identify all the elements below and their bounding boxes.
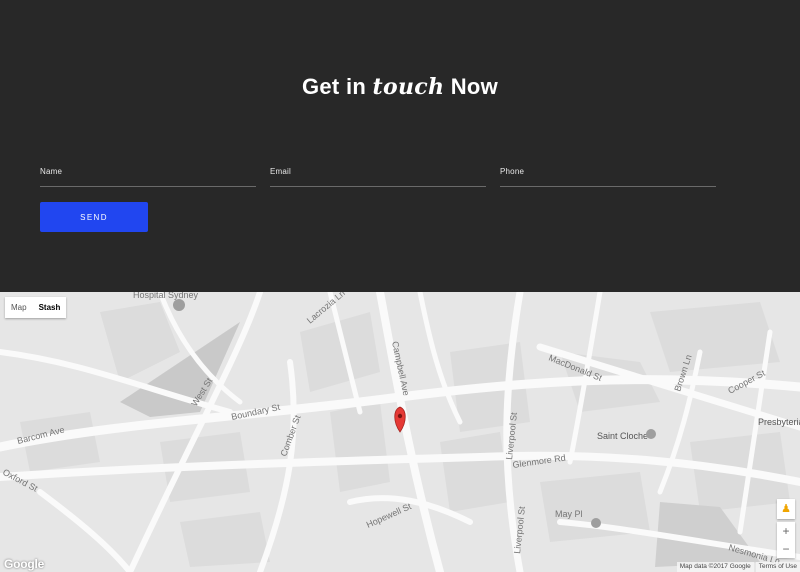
hospital-icon[interactable] bbox=[173, 299, 185, 311]
map-type-control: Map Stash bbox=[5, 297, 67, 318]
label-may-pl: May Pl bbox=[555, 509, 583, 519]
google-logo: Google bbox=[4, 557, 45, 571]
email-input[interactable] bbox=[270, 160, 486, 186]
poi-icon[interactable] bbox=[591, 518, 601, 528]
heading-post: Now bbox=[450, 74, 499, 99]
map-canvas[interactable]: Hospital Sydney Barcom Ave Boundary St C… bbox=[0, 292, 800, 572]
heading-pre: Get in bbox=[301, 74, 367, 99]
map-type-stash[interactable]: Stash bbox=[33, 297, 67, 318]
phone-field: Phone bbox=[500, 160, 716, 187]
label-hospital: Hospital Sydney bbox=[133, 292, 199, 300]
phone-input[interactable] bbox=[500, 160, 716, 186]
place-of-worship-icon[interactable] bbox=[646, 429, 656, 439]
contact-heading: Get in touch Now bbox=[0, 74, 800, 100]
zoom-control: + − bbox=[777, 522, 795, 558]
street-view-pegman-icon[interactable]: ♟ bbox=[777, 499, 795, 519]
name-input[interactable] bbox=[40, 160, 256, 186]
terms-of-use-link[interactable]: Terms of Use bbox=[755, 562, 800, 572]
map-data-credit: Map data ©2017 Google bbox=[676, 562, 754, 572]
map-attribution: Map data ©2017 Google Terms of Use bbox=[675, 562, 800, 572]
send-button[interactable]: SEND bbox=[40, 202, 148, 232]
email-field: Email bbox=[270, 160, 486, 187]
label-presbyteria: Presbyteria bbox=[758, 417, 800, 427]
contact-section: Get in touch Now Name Email Phone SEND bbox=[0, 0, 800, 292]
label-saint-cloche: Saint Cloche bbox=[597, 431, 648, 441]
zoom-out-button[interactable]: − bbox=[777, 540, 795, 558]
zoom-in-button[interactable]: + bbox=[777, 522, 795, 540]
name-field: Name bbox=[40, 160, 256, 187]
heading-emphasis: touch bbox=[372, 74, 445, 100]
map-embed[interactable]: Hospital Sydney Barcom Ave Boundary St C… bbox=[0, 292, 800, 572]
map-type-map[interactable]: Map bbox=[5, 297, 33, 318]
